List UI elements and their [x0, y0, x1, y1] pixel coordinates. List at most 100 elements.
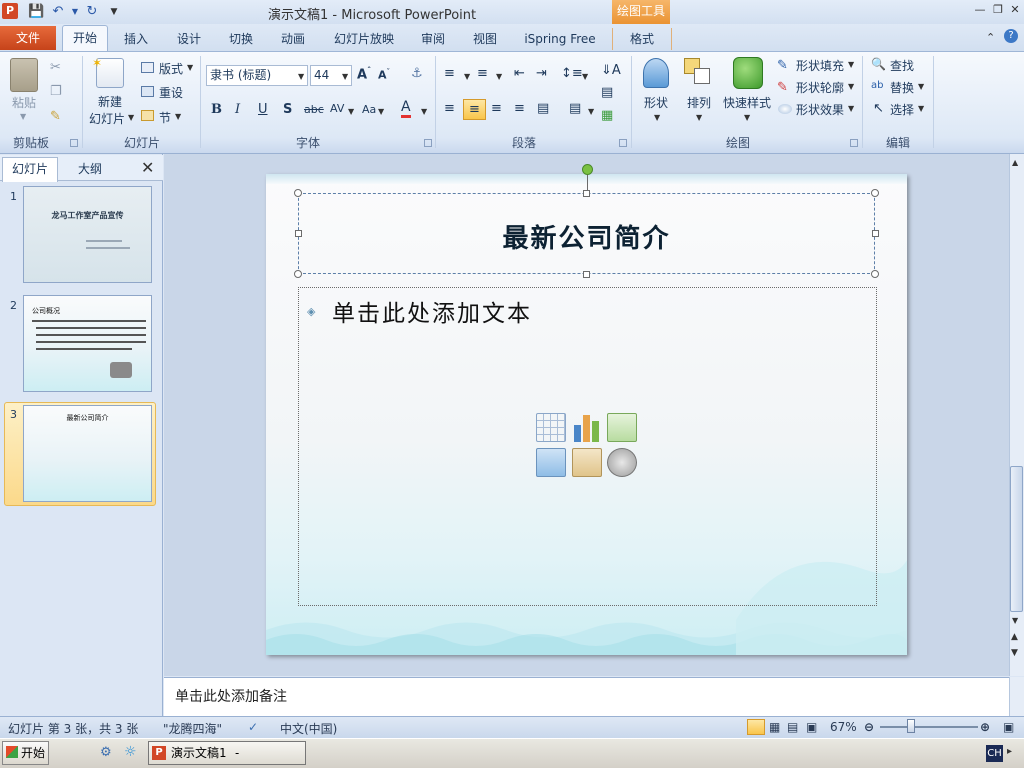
insert-chart-icon[interactable] [572, 413, 602, 442]
layout-button[interactable]: 版式 [159, 60, 183, 77]
minimize-ribbon-icon[interactable]: ⌃ [986, 31, 995, 44]
resize-handle[interactable] [871, 270, 879, 278]
slide-sorter-view-icon[interactable]: ▦ [769, 720, 780, 734]
quick-styles-dropdown-icon[interactable]: ▼ [744, 113, 750, 122]
minimize-icon[interactable]: — [973, 3, 987, 17]
shape-outline-dropdown-icon[interactable]: ▼ [848, 82, 854, 91]
layout-dropdown-icon[interactable]: ▼ [187, 63, 193, 72]
ime-options-icon[interactable]: ▸ [1007, 746, 1012, 757]
content-placeholder-text[interactable]: 单击此处添加文本 [332, 294, 532, 328]
select-icon[interactable]: ↖ [873, 101, 884, 116]
tab-home[interactable]: 开始 [62, 25, 108, 52]
justify-icon[interactable]: ≡ [514, 101, 525, 116]
change-case-icon[interactable]: Aa [362, 103, 376, 116]
align-center-icon[interactable]: ≡ [463, 99, 486, 120]
shape-effects-dropdown-icon[interactable]: ▼ [848, 104, 854, 113]
bold-icon[interactable]: B [211, 102, 222, 117]
columns-dropdown-icon[interactable]: ▼ [588, 107, 594, 116]
replace-button[interactable]: 替换 [890, 79, 914, 96]
resize-handle[interactable] [871, 189, 879, 197]
bullets-dropdown-icon[interactable]: ▼ [464, 72, 470, 81]
section-icon[interactable] [141, 110, 154, 121]
arrange-dropdown-icon[interactable]: ▼ [696, 113, 702, 122]
close-icon[interactable]: ✕ [1008, 3, 1022, 17]
shape-effects-icon[interactable] [778, 104, 792, 114]
resize-handle[interactable] [294, 270, 302, 278]
font-name-dropdown-icon[interactable]: ▼ [298, 72, 304, 81]
font-color-dropdown-icon[interactable]: ▼ [421, 107, 427, 116]
line-spacing-icon[interactable]: ↕≡ [561, 66, 583, 81]
close-pane-icon[interactable]: ✕ [141, 158, 154, 177]
previous-slide-icon[interactable]: ▲ [1011, 632, 1018, 642]
fit-to-window-icon[interactable]: ▣ [1003, 720, 1014, 734]
shape-fill-dropdown-icon[interactable]: ▼ [848, 60, 854, 69]
line-spacing-dropdown-icon[interactable]: ▼ [582, 72, 588, 81]
taskbar-item-powerpoint[interactable]: 演示文稿1 - Micros... [148, 741, 306, 765]
spell-check-icon[interactable]: ✓ [248, 720, 258, 734]
drawing-launcher-icon[interactable] [850, 139, 858, 147]
zoom-out-icon[interactable]: ⊖ [864, 720, 874, 734]
tab-outline-pane[interactable]: 大纲 [62, 160, 118, 177]
insert-media-icon[interactable] [607, 448, 637, 477]
tab-ispring[interactable]: iSpring Free [519, 28, 601, 50]
ime-indicator[interactable]: CH [986, 745, 1003, 762]
powerpoint-app-icon[interactable]: P [2, 3, 18, 19]
insert-clipart-icon[interactable] [572, 448, 602, 477]
shape-outline-button[interactable]: 形状轮廓 [796, 79, 844, 96]
notes-pane[interactable] [164, 677, 1009, 716]
layout-icon[interactable] [141, 62, 154, 73]
zoom-slider-knob[interactable] [907, 719, 915, 733]
paste-dropdown-icon[interactable]: ▼ [20, 112, 26, 121]
strikethrough-icon[interactable]: abc [304, 103, 324, 116]
tab-insert[interactable]: 插入 [118, 28, 154, 50]
copy-icon[interactable]: ❐ [50, 84, 62, 99]
clear-formatting-icon[interactable]: ⚓ [411, 66, 423, 81]
shape-effects-button[interactable]: 形状效果 [796, 101, 844, 118]
convert-to-smartart-icon[interactable]: ▦ [601, 108, 613, 123]
text-shadow-icon[interactable]: S [283, 102, 292, 117]
select-button[interactable]: 选择 [890, 101, 914, 118]
language-indicator[interactable]: 中文(中国) [280, 720, 337, 737]
font-color-icon[interactable]: A [401, 100, 411, 118]
align-right-icon[interactable]: ≡ [491, 101, 502, 116]
customize-toolbar-icon[interactable]: ▼ [106, 4, 122, 20]
section-dropdown-icon[interactable]: ▼ [175, 112, 181, 121]
rotate-handle[interactable] [582, 164, 593, 175]
arrange-button[interactable]: 排列 [687, 94, 711, 111]
shapes-dropdown-icon[interactable]: ▼ [654, 113, 660, 122]
font-size-dropdown-icon[interactable]: ▼ [342, 72, 348, 81]
redo-icon[interactable]: ↻ [84, 4, 100, 20]
font-name-combo[interactable]: 隶书 (标题) [206, 65, 308, 86]
tab-view[interactable]: 视图 [467, 28, 503, 50]
character-spacing-icon[interactable]: AV [330, 102, 344, 115]
align-text-icon[interactable]: ▤ [601, 85, 613, 100]
bullets-icon[interactable]: ≡ [444, 66, 455, 81]
insert-picture-icon[interactable] [536, 448, 566, 477]
scroll-up-icon[interactable]: ▲ [1012, 158, 1018, 167]
clipboard-launcher-icon[interactable] [70, 139, 78, 147]
quick-launch-icon[interactable]: ⚙ [100, 745, 112, 760]
new-slide-label-1[interactable]: 新建 [98, 93, 122, 110]
font-launcher-icon[interactable] [424, 139, 432, 147]
normal-view-icon[interactable] [747, 719, 765, 735]
slide-title[interactable]: 最新公司简介 [298, 218, 875, 255]
reading-view-icon[interactable]: ▤ [787, 720, 798, 734]
save-icon[interactable]: 💾 [28, 4, 44, 20]
tab-file[interactable]: 文件 [0, 26, 56, 50]
new-slide-dropdown-icon[interactable]: ▼ [128, 113, 134, 122]
next-slide-icon[interactable]: ▼ [1011, 648, 1018, 658]
replace-dropdown-icon[interactable]: ▼ [918, 82, 924, 91]
shapes-icon[interactable] [643, 58, 669, 88]
paste-button-label[interactable]: 粘贴 [12, 94, 36, 111]
tab-format[interactable]: 格式 [612, 28, 672, 50]
help-icon[interactable]: ? [1004, 29, 1018, 43]
shape-fill-icon[interactable]: ✎ [777, 58, 788, 73]
zoom-in-icon[interactable]: ⊕ [980, 720, 990, 734]
character-spacing-dropdown-icon[interactable]: ▼ [348, 107, 354, 116]
reset-button[interactable]: 重设 [159, 84, 183, 101]
internet-explorer-icon[interactable]: ☼ [124, 744, 137, 760]
tab-animations[interactable]: 动画 [275, 28, 311, 50]
quick-styles-icon[interactable] [733, 57, 763, 89]
change-case-dropdown-icon[interactable]: ▼ [378, 107, 384, 116]
underline-icon[interactable]: U [258, 102, 268, 117]
